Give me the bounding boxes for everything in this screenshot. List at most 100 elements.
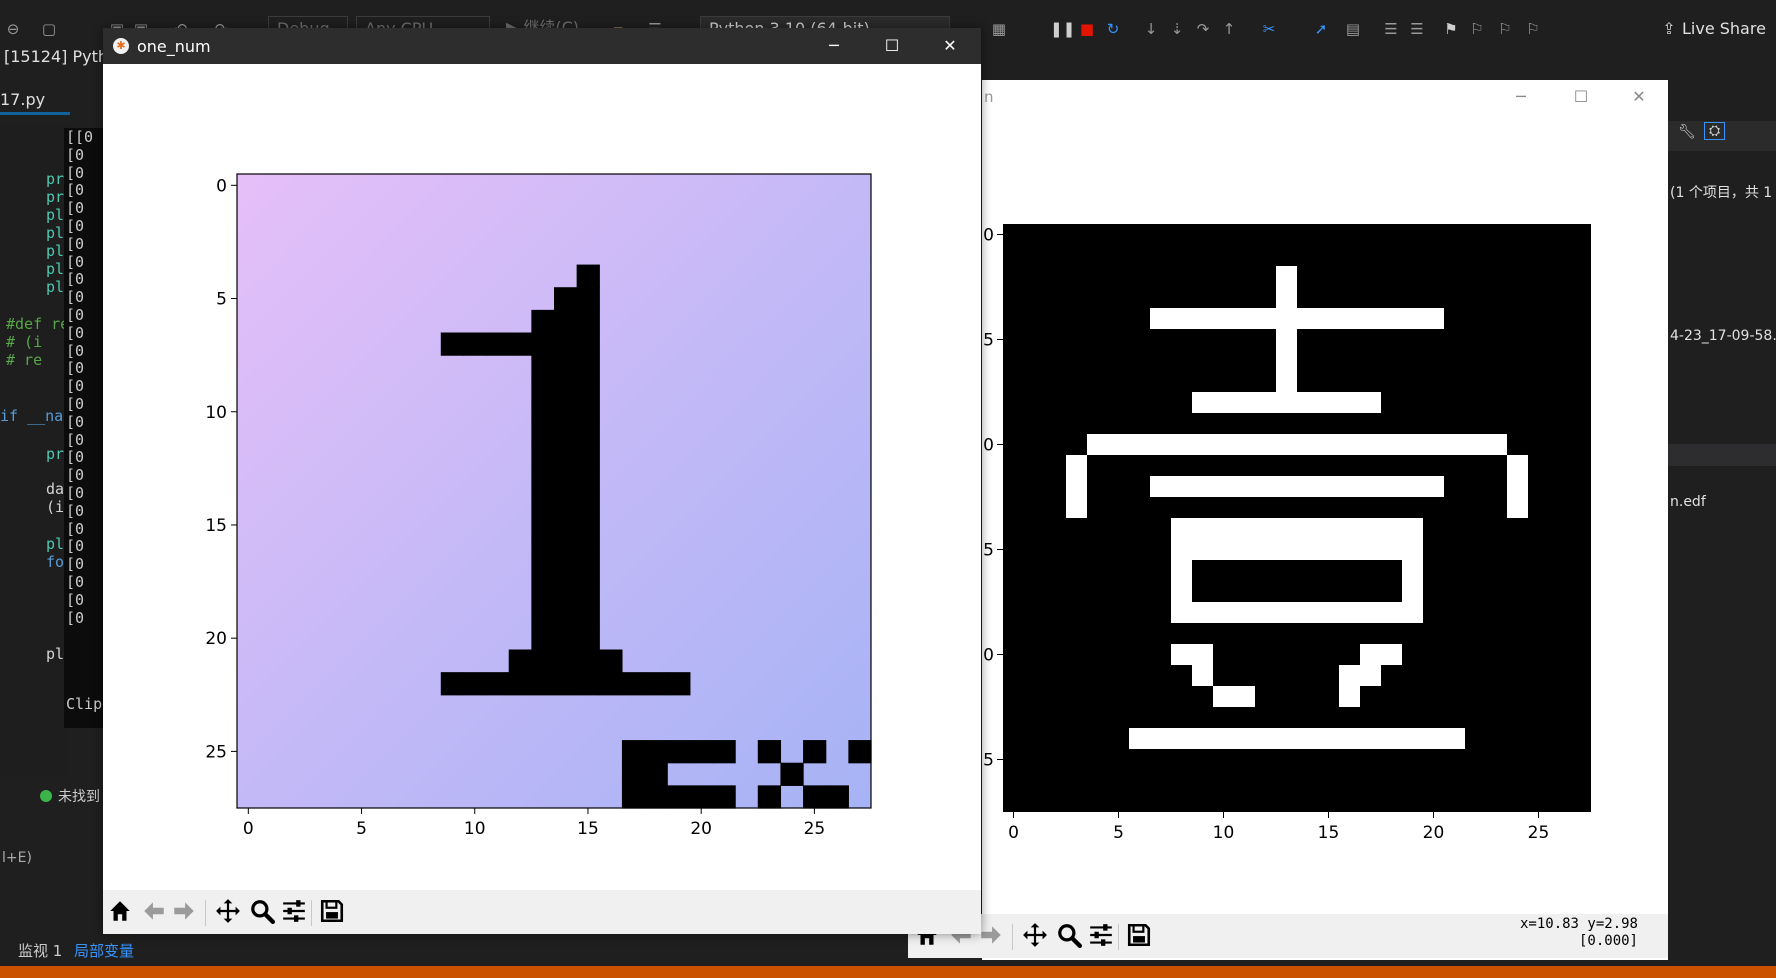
hot-reload-icon[interactable]: ✂ [1260,20,1278,38]
heatmap-cell [576,604,600,628]
comment-icon[interactable]: ▤ [1344,20,1362,38]
heatmap-cell [576,536,600,560]
console-line: [0 [66,519,85,538]
x-tick-label: 15 [577,819,599,839]
tab-locals[interactable]: 局部变量 [74,940,134,961]
properties-icon[interactable]: ⛭ [1704,122,1726,140]
heatmap-cell [508,332,532,356]
matplotlib-toolbar [103,890,981,934]
heatmap-cell [1066,455,1087,518]
maximize-icon[interactable]: ☐ [877,35,907,57]
heatmap-cell [554,377,578,402]
console-line: [0 [66,466,85,485]
tab-watch-1[interactable]: 监视 1 [18,940,62,961]
new-item-icon[interactable]: ▢ [40,20,58,38]
step-back-icon[interactable]: ↷ [1194,20,1212,38]
heatmap-cell [848,740,872,764]
forward-icon[interactable] [978,922,1008,952]
code-line: #def re [6,315,70,333]
minimize-icon[interactable]: ─ [819,35,849,57]
file-item[interactable]: 4-23_17-09-58. [1670,328,1776,344]
pause-icon[interactable]: ❚❚ [1050,20,1075,38]
console-line: [0 [66,501,85,520]
bookmark-icon[interactable]: ⚑ [1442,20,1460,38]
console-line: [0 [66,537,85,556]
indent-icon[interactable]: ☰ [1382,20,1400,38]
configure-icon[interactable] [281,898,311,928]
heatmap-cell [554,491,578,515]
pointer-icon[interactable]: ➚ [1312,20,1330,38]
configure-icon[interactable] [1088,922,1118,952]
back-icon[interactable] [141,898,171,928]
heatmap-cell [1150,476,1444,497]
editor-tab[interactable]: 17.py [0,90,45,109]
zoom-icon[interactable] [1056,922,1086,952]
live-share-button[interactable]: ⇪ Live Share [1660,16,1776,42]
pan-icon[interactable] [1022,922,1052,952]
heatmap-cell [621,785,646,809]
clear-bookmark-icon[interactable]: ⚐ [1524,20,1542,38]
pan-icon[interactable] [215,898,245,928]
console-line: [0 [66,377,85,396]
hanzi-plot[interactable]: 0 5 10 15 20 25 0 5 10 15 20 25 [982,80,1668,914]
window-layout-icon[interactable]: ▦ [990,20,1008,38]
heatmap-cell [531,355,555,379]
heatmap-cell [508,649,532,673]
heatmap-cell [576,332,600,356]
console-line: [0 [66,555,85,574]
cursor-readout: x=10.83 y=2.98 [0.000] [1520,916,1638,950]
figure-window-hanzi: n ─ ☐ ✕ 05101520250510152025 [982,80,1668,960]
restart-icon[interactable]: ↻ [1104,20,1122,38]
heatmap-cell [554,332,578,356]
step-over-icon[interactable]: ⇣ [1168,20,1186,38]
hanzi-toolbar: x=10.83 y=2.98 [0.000] [908,914,1668,958]
heatmap-cell [576,355,600,379]
status-issues[interactable]: 未找到 [40,786,100,806]
console-line: [0 [66,199,85,218]
console-line: [0 [66,163,85,182]
outdent-icon[interactable]: ☰ [1408,20,1426,38]
stop-icon[interactable]: ■ [1078,20,1096,38]
zoom-icon[interactable] [249,898,279,928]
forward-icon[interactable] [171,898,201,928]
code-editor[interactable]: pri pri plt plt plt plt plt #def re # (i # re if _… [0,125,118,775]
step-out-icon[interactable]: ↑ [1220,20,1238,38]
heatmap-cell [463,672,487,696]
heatmap-cell [644,762,668,786]
toolbar-separator [1118,924,1119,950]
heatmap-cell [576,581,600,605]
heatmap-cell [531,445,555,469]
heatmap-cell [531,491,555,515]
heatmap-cell [803,785,827,809]
heatmap-cell [531,332,555,356]
back-icon[interactable]: ⊖ [4,20,22,38]
one-num-plot[interactable]: 0 5 10 15 20 25 0 5 10 15 20 25 [103,64,981,890]
wrench-icon[interactable]: 🔧︎ [1678,124,1696,140]
heatmap-cell [576,377,600,402]
x-tick-label: 15 [1318,823,1340,843]
home-icon[interactable] [107,898,137,928]
save-icon[interactable] [1126,922,1156,952]
python-console[interactable]: [[0 [0 [0 [0 [0 [0 [0 [0 [0 [0 [0 [0 [0 … [64,128,104,728]
heatmap-cell [576,309,600,334]
window-titlebar[interactable]: ✱ one_num ─ ☐ ✕ [103,28,981,64]
file-item[interactable]: n.edf [1670,494,1706,510]
console-line: [0 [66,270,85,289]
next-bookmark-icon[interactable]: ⚐ [1496,20,1514,38]
process-selector[interactable]: [15124] Pytho [4,47,118,66]
console-line: [0 [66,484,85,502]
heatmap-cell [644,672,668,696]
console-line: [0 [66,252,85,271]
x-tick-label: 25 [1528,823,1550,843]
x-tick-label: 20 [690,819,712,839]
heatmap-cell [757,785,782,809]
save-icon[interactable] [319,898,349,928]
step-into-icon[interactable]: ↓ [1142,20,1160,38]
cursor-coords: x=10.83 y=2.98 [1519,916,1638,932]
heatmap-cell [1171,518,1423,539]
x-tick-label: 25 [804,819,826,839]
selected-row[interactable] [1660,444,1776,466]
close-icon[interactable]: ✕ [935,35,965,57]
heatmap-cell [508,672,532,696]
prev-bookmark-icon[interactable]: ⚐ [1468,20,1486,38]
